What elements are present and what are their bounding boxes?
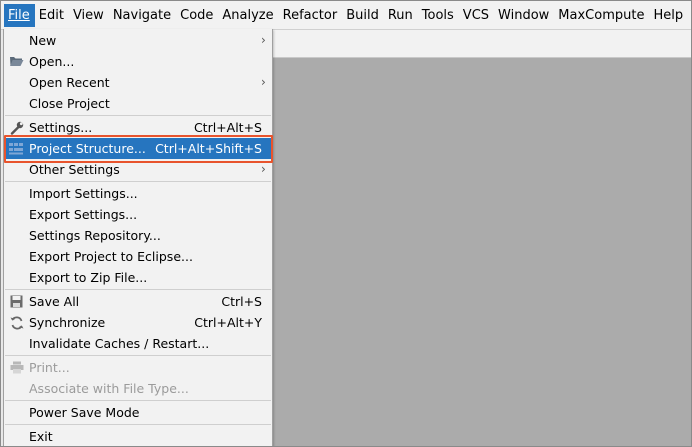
menu-item-label: Exit (29, 429, 53, 444)
printer-icon (9, 360, 24, 375)
ide-window: File Edit View Navigate Code Analyze Ref… (0, 0, 692, 447)
menu-run[interactable]: Run (384, 4, 418, 27)
menu-tools[interactable]: Tools (418, 4, 459, 27)
shortcut-label: Ctrl+Alt+Y (194, 315, 262, 330)
menu-view[interactable]: View (69, 4, 109, 27)
menu-item-label: New (29, 33, 57, 48)
menu-maxcompute[interactable]: MaxCompute (554, 4, 649, 27)
menu-refactor[interactable]: Refactor (279, 4, 343, 27)
shortcut-label: Ctrl+S (221, 294, 262, 309)
shortcut-label: Ctrl+Alt+Shift+S (155, 141, 262, 156)
file-menu-dropdown: New › Open... Open Recent › Close Projec… (3, 29, 273, 446)
menu-window[interactable]: Window (494, 4, 554, 27)
menu-item-new[interactable]: New › (4, 30, 272, 51)
chevron-right-icon: › (261, 162, 266, 176)
folder-open-icon (9, 54, 24, 69)
menu-item-power-save-mode[interactable]: Power Save Mode (4, 402, 272, 423)
menu-item-label: Synchronize (29, 315, 106, 330)
menu-item-label: Open... (29, 54, 75, 69)
toolbar-strip (272, 30, 691, 58)
menu-item-label: Other Settings (29, 162, 120, 177)
menu-separator (5, 424, 271, 425)
menu-separator (5, 181, 271, 182)
chevron-right-icon: › (261, 75, 266, 89)
menu-item-exit[interactable]: Exit (4, 426, 272, 446)
menu-build[interactable]: Build (342, 4, 384, 27)
menu-item-label: Save All (29, 294, 80, 309)
menu-item-label: Invalidate Caches / Restart... (29, 336, 210, 351)
menu-separator (5, 289, 271, 290)
menu-item-export-zip[interactable]: Export to Zip File... (4, 267, 272, 288)
menu-help[interactable]: Help (649, 4, 688, 27)
menu-item-label: Export Project to Eclipse... (29, 249, 193, 264)
menu-item-export-eclipse[interactable]: Export Project to Eclipse... (4, 246, 272, 267)
menu-item-settings[interactable]: Settings... Ctrl+Alt+S (4, 117, 272, 138)
menu-item-print[interactable]: Print... (4, 357, 272, 378)
menu-item-label: Export Settings... (29, 207, 138, 222)
menu-edit[interactable]: Edit (35, 4, 69, 27)
menu-item-export-settings[interactable]: Export Settings... (4, 204, 272, 225)
menu-item-other-settings[interactable]: Other Settings › (4, 159, 272, 180)
save-icon (9, 294, 24, 309)
menu-item-label: Project Structure... (29, 141, 146, 156)
menu-item-associate-file-type[interactable]: Associate with File Type... (4, 378, 272, 399)
menu-item-open[interactable]: Open... (4, 51, 272, 72)
refresh-icon (9, 315, 24, 330)
menu-item-label: Settings Repository... (29, 228, 161, 243)
menu-separator (5, 355, 271, 356)
menu-item-save-all[interactable]: Save All Ctrl+S (4, 291, 272, 312)
menu-item-label: Open Recent (29, 75, 110, 90)
shortcut-label: Ctrl+Alt+S (193, 120, 262, 135)
menu-item-label: Import Settings... (29, 186, 138, 201)
menu-item-label: Export to Zip File... (29, 270, 148, 285)
menu-navigate[interactable]: Navigate (109, 4, 176, 27)
project-structure-icon (9, 141, 24, 156)
menu-item-label: Associate with File Type... (29, 381, 189, 396)
menu-item-project-structure[interactable]: Project Structure... Ctrl+Alt+Shift+S (4, 138, 272, 159)
chevron-right-icon: › (261, 33, 266, 47)
menu-code[interactable]: Code (176, 4, 218, 27)
menu-item-settings-repository[interactable]: Settings Repository... (4, 225, 272, 246)
menu-bar: File Edit View Navigate Code Analyze Ref… (1, 1, 691, 30)
menu-analyze[interactable]: Analyze (218, 4, 278, 27)
menu-item-synchronize[interactable]: Synchronize Ctrl+Alt+Y (4, 312, 272, 333)
menu-item-open-recent[interactable]: Open Recent › (4, 72, 272, 93)
menu-separator (5, 115, 271, 116)
menu-item-label: Settings... (29, 120, 93, 135)
menu-file[interactable]: File (4, 3, 35, 27)
menu-item-label: Power Save Mode (29, 405, 140, 420)
menu-item-close-project[interactable]: Close Project (4, 93, 272, 114)
menu-item-label: Close Project (29, 96, 110, 111)
menu-item-label: Print... (29, 360, 70, 375)
menu-vcs[interactable]: VCS (459, 4, 494, 27)
wrench-icon (9, 120, 24, 135)
menu-item-invalidate-caches[interactable]: Invalidate Caches / Restart... (4, 333, 272, 354)
menu-item-import-settings[interactable]: Import Settings... (4, 183, 272, 204)
menu-separator (5, 400, 271, 401)
